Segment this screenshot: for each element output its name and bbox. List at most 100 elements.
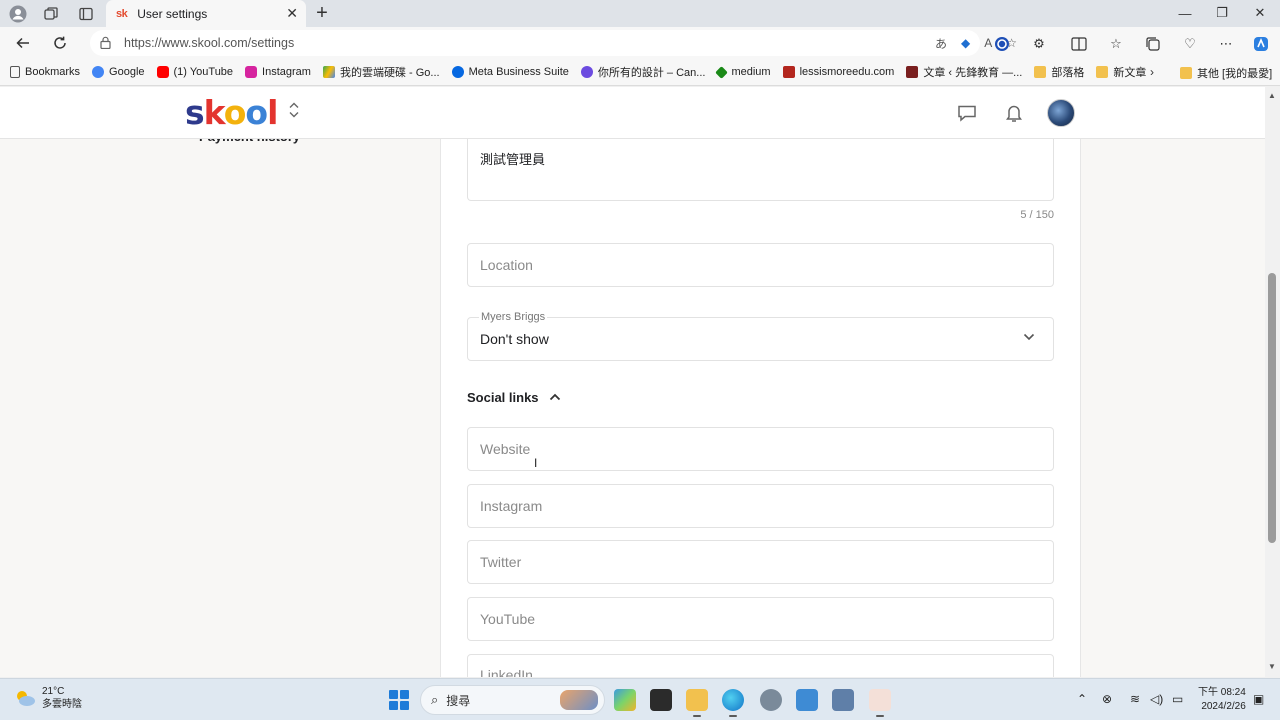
bookmark-icon xyxy=(10,66,20,78)
medium-icon xyxy=(715,65,729,79)
url-field[interactable]: https://www.skool.com/settings あ ◆ A ☆ xyxy=(90,30,1017,56)
linkedin-placeholder: LinkedIn xyxy=(480,667,533,677)
profile-icon[interactable] xyxy=(8,4,28,24)
notification-center-icon[interactable]: ▣ xyxy=(1253,692,1264,706)
collections-icon[interactable] xyxy=(1144,35,1162,53)
chevron-up-icon xyxy=(549,392,561,404)
volume-icon[interactable]: ◁) xyxy=(1150,692,1163,706)
extensions-icon[interactable]: ⚙ xyxy=(1030,35,1048,53)
new-tab-button[interactable]: + xyxy=(312,2,332,24)
text-cursor-icon: I xyxy=(534,456,538,470)
twitter-input[interactable]: Twitter xyxy=(467,540,1054,584)
site-icon xyxy=(782,66,795,78)
wifi-icon[interactable]: ≋ xyxy=(1130,692,1140,706)
notifications-bell-icon[interactable] xyxy=(1002,101,1026,125)
folder-icon xyxy=(1096,66,1109,78)
windows-start-icon[interactable] xyxy=(389,690,409,710)
tab-title: User settings xyxy=(137,6,208,21)
group-switcher-icon[interactable] xyxy=(286,101,302,121)
youtube-placeholder: YouTube xyxy=(480,611,536,627)
password-extension-icon[interactable] xyxy=(993,35,1011,53)
bookmark-item[interactable]: Google xyxy=(92,66,145,78)
canva-icon xyxy=(580,66,593,78)
app-tray-icon[interactable]: ⊗ xyxy=(1102,692,1112,706)
chevron-up-icon[interactable]: ⌃ xyxy=(1077,692,1087,706)
chat-icon[interactable] xyxy=(955,101,979,125)
skool-logo[interactable]: skool xyxy=(185,93,278,132)
back-button[interactable] xyxy=(12,32,34,54)
refresh-button[interactable] xyxy=(49,32,71,54)
monitor-app-icon[interactable] xyxy=(832,689,854,711)
search-icon: ⌕ xyxy=(431,692,439,707)
bookmark-item[interactable]: 文章 ‹ 先鋒教育 —... xyxy=(906,64,1022,80)
page-scrollbar[interactable]: ▲ ▼ xyxy=(1265,87,1280,677)
bookmark-item[interactable]: (1) YouTube xyxy=(156,66,233,78)
settings-card: 測試管理員 5 / 150 Location Don't show Myers … xyxy=(440,127,1081,677)
powerpoint-app-icon[interactable] xyxy=(869,689,891,717)
minimize-button[interactable]: — xyxy=(1170,4,1200,22)
bio-character-counter: 5 / 150 xyxy=(1020,209,1054,221)
battery-icon[interactable]: ▭ xyxy=(1172,692,1183,706)
linkedin-input[interactable]: LinkedIn xyxy=(467,654,1054,677)
bookmark-item[interactable]: Instagram xyxy=(245,66,311,78)
site-icon xyxy=(906,66,919,78)
website-input[interactable]: Website xyxy=(467,427,1054,471)
location-input[interactable]: Location xyxy=(467,243,1054,287)
coupon-icon[interactable]: ◆ xyxy=(961,36,970,50)
restore-button[interactable]: ❐ xyxy=(1207,4,1237,22)
windows-taskbar: 21°C 多雲時陰 ⌕ 搜尋 ⌃ ⊗ ≋ ◁) ▭ 下午 08:24 2024/… xyxy=(0,678,1280,720)
bookmark-item[interactable]: medium xyxy=(715,65,771,79)
favorites-icon[interactable]: ☆ xyxy=(1107,35,1125,53)
youtube-icon xyxy=(156,66,169,78)
bookmark-item[interactable]: Bookmarks xyxy=(10,66,80,78)
scroll-down-icon[interactable]: ▼ xyxy=(1268,662,1276,671)
copilot-icon[interactable] xyxy=(1252,35,1270,53)
instagram-placeholder: Instagram xyxy=(480,498,543,514)
bookmark-item[interactable]: Meta Business Suite xyxy=(451,66,569,78)
bookmark-folder[interactable]: 新文章 xyxy=(1096,64,1146,80)
chevron-right-icon[interactable]: › xyxy=(1150,65,1154,79)
scrollbar-thumb[interactable] xyxy=(1268,273,1276,543)
bookmarks-bar: Bookmarks Google (1) YouTube Instagram 我… xyxy=(0,59,1280,86)
bookmark-item[interactable]: lessismoreedu.com xyxy=(782,66,894,78)
url-text: https://www.skool.com/settings xyxy=(124,36,295,50)
tab-user-settings[interactable]: sk User settings ✕ xyxy=(106,0,306,27)
youtube-input[interactable]: YouTube xyxy=(467,597,1054,641)
copilot-app-icon[interactable] xyxy=(614,689,636,711)
bookmark-folder[interactable]: 部落格 xyxy=(1034,64,1084,80)
avatar[interactable] xyxy=(1047,99,1075,127)
myers-briggs-select[interactable]: Don't show xyxy=(467,317,1054,361)
more-menu-icon[interactable]: ⋯ xyxy=(1217,35,1235,53)
address-bar-row: https://www.skool.com/settings あ ◆ A ☆ ⚙… xyxy=(0,27,1280,59)
cloudy-weather-icon xyxy=(17,691,35,706)
search-highlight-image xyxy=(560,690,598,710)
workspaces-icon[interactable] xyxy=(41,4,61,24)
photos-app-icon[interactable] xyxy=(796,689,818,711)
social-links-toggle[interactable]: Social links xyxy=(467,390,561,405)
weather-widget[interactable]: 21°C 多雲時陰 xyxy=(14,685,82,711)
split-screen-icon[interactable] xyxy=(1070,35,1088,53)
system-clock[interactable]: 下午 08:24 2024/2/26 xyxy=(1198,686,1246,714)
drive-icon xyxy=(322,66,335,78)
read-aloud-icon[interactable]: A xyxy=(984,36,992,50)
folder-icon xyxy=(1034,66,1047,78)
app-icon[interactable] xyxy=(650,689,672,711)
other-bookmarks-folder[interactable]: 其他 [我的最愛] xyxy=(1180,65,1272,81)
close-window-button[interactable]: ✕ xyxy=(1245,4,1275,22)
weather-description: 多雲時陰 xyxy=(42,699,82,710)
location-placeholder: Location xyxy=(480,257,533,273)
close-tab-icon[interactable]: ✕ xyxy=(286,5,298,22)
instagram-input[interactable]: Instagram xyxy=(467,484,1054,528)
browser-essentials-icon[interactable]: ♡ xyxy=(1181,35,1199,53)
bookmark-item[interactable]: 我的雲端硬碟 - Go... xyxy=(322,64,440,80)
bookmark-item[interactable]: 你所有的設計 – Can... xyxy=(580,64,705,80)
scroll-up-icon[interactable]: ▲ xyxy=(1268,91,1276,100)
tab-actions-icon[interactable] xyxy=(76,4,96,24)
taskbar-search[interactable]: ⌕ 搜尋 xyxy=(420,685,605,715)
site-header: skool xyxy=(0,87,1265,139)
settings-gear-icon[interactable] xyxy=(760,689,782,711)
translate-icon[interactable]: あ xyxy=(935,35,947,52)
browser-tab-bar: sk User settings ✕ + — ❐ ✕ xyxy=(0,0,1280,27)
file-explorer-icon[interactable] xyxy=(686,689,708,717)
edge-browser-icon[interactable] xyxy=(722,689,744,717)
